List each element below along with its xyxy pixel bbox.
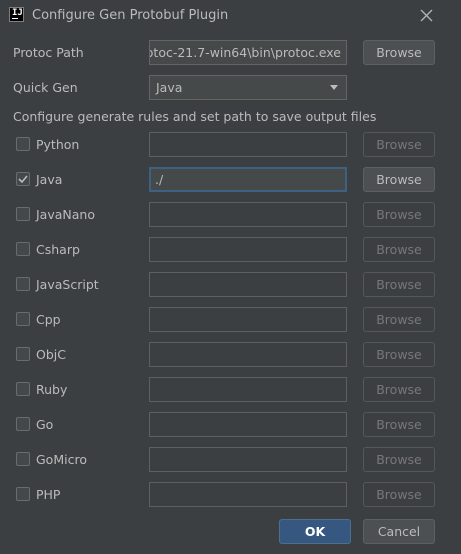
browse-button-go[interactable]: Browse [363,412,435,437]
checkbox-ruby[interactable] [16,382,30,396]
browse-button-javanano[interactable]: Browse [363,202,435,227]
window-title: Configure Gen Protobuf Plugin [32,8,229,23]
title-bar: IJ Configure Gen Protobuf Plugin [0,0,461,31]
output-path-input-javascript[interactable] [149,272,347,297]
output-path-input-go[interactable] [149,412,347,437]
language-label-objc: ObjC [36,347,66,362]
checkbox-javanano[interactable] [16,207,30,221]
quick-gen-select[interactable]: Java [149,75,347,100]
intellij-icon: IJ [9,7,24,22]
quick-gen-label: Quick Gen [13,80,78,95]
language-label-python: Python [36,137,80,152]
language-label-csharp: Csharp [36,242,80,257]
output-path-input-gomicro[interactable] [149,447,347,472]
browse-button-csharp[interactable]: Browse [363,237,435,262]
language-label-java: Java [36,172,63,187]
checkbox-cpp[interactable] [16,312,30,326]
protoc-path-label: Protoc Path [13,45,84,60]
language-label-gomicro: GoMicro [36,452,87,467]
output-path-input-java[interactable]: ./ [149,167,347,192]
language-label-ruby: Ruby [36,382,68,397]
checkbox-java[interactable] [16,172,30,186]
checkmark-icon [18,175,28,184]
browse-button-javascript[interactable]: Browse [363,272,435,297]
ok-button[interactable]: OK [279,519,351,544]
checkbox-objc[interactable] [16,347,30,361]
browse-button-cpp[interactable]: Browse [363,307,435,332]
checkbox-go[interactable] [16,417,30,431]
language-label-javanano: JavaNano [36,207,95,222]
output-path-input-php[interactable] [149,482,347,507]
output-path-input-python[interactable] [149,132,347,157]
language-label-cpp: Cpp [36,312,61,327]
language-label-go: Go [36,417,54,432]
browse-button-gomicro[interactable]: Browse [363,447,435,472]
output-path-input-ruby[interactable] [149,377,347,402]
protoc-browse-button[interactable]: Browse [363,40,435,65]
output-path-input-javanano[interactable] [149,202,347,227]
chevron-down-icon [330,85,338,90]
checkbox-python[interactable] [16,137,30,151]
browse-button-objc[interactable]: Browse [363,342,435,367]
browse-button-java[interactable]: Browse [363,167,435,192]
close-button[interactable] [414,4,438,26]
protoc-path-input[interactable]: rotoc-21.7-win64\bin\protoc.exe [149,40,347,65]
checkbox-gomicro[interactable] [16,452,30,466]
close-icon [420,9,432,21]
output-path-input-cpp[interactable] [149,307,347,332]
checkbox-php[interactable] [16,487,30,501]
quick-gen-selected: Java [156,80,183,95]
cancel-button[interactable]: Cancel [363,519,435,544]
section-label: Configure generate rules and set path to… [13,109,377,124]
language-label-php: PHP [36,487,61,502]
language-label-javascript: JavaScript [36,277,99,292]
checkbox-javascript[interactable] [16,277,30,291]
browse-button-python[interactable]: Browse [363,132,435,157]
browse-button-php[interactable]: Browse [363,482,435,507]
checkbox-csharp[interactable] [16,242,30,256]
output-path-input-objc[interactable] [149,342,347,367]
output-path-input-csharp[interactable] [149,237,347,262]
browse-button-ruby[interactable]: Browse [363,377,435,402]
